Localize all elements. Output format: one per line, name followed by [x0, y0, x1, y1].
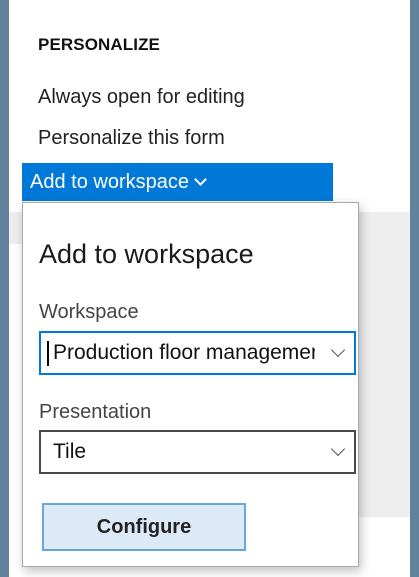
backdrop-strip-left [9, 212, 22, 244]
personalize-this-form-item[interactable]: Personalize this form [38, 127, 225, 150]
workspace-label: Workspace [39, 301, 139, 323]
add-to-workspace-flyout: Add to workspace Workspace Production fl… [22, 202, 359, 567]
workspace-select[interactable]: Production floor management [39, 331, 356, 375]
configure-button[interactable]: Configure [42, 503, 246, 551]
flyout-title: Add to workspace [39, 239, 254, 269]
chevron-down-icon [330, 441, 346, 457]
chevron-down-icon [330, 342, 346, 358]
add-to-workspace-item-label: Add to workspace [30, 171, 189, 193]
presentation-select-value: Tile [53, 440, 87, 463]
personalize-heading: PERSONALIZE [38, 35, 161, 54]
presentation-select[interactable]: Tile [39, 430, 356, 474]
text-cursor [47, 341, 49, 366]
workspace-select-value: Production floor management [53, 341, 315, 364]
add-to-workspace-item[interactable]: Add to workspace [22, 163, 333, 201]
presentation-label: Presentation [39, 401, 152, 423]
always-open-for-editing-item[interactable]: Always open for editing [38, 86, 245, 109]
chevron-down-icon [194, 173, 207, 186]
